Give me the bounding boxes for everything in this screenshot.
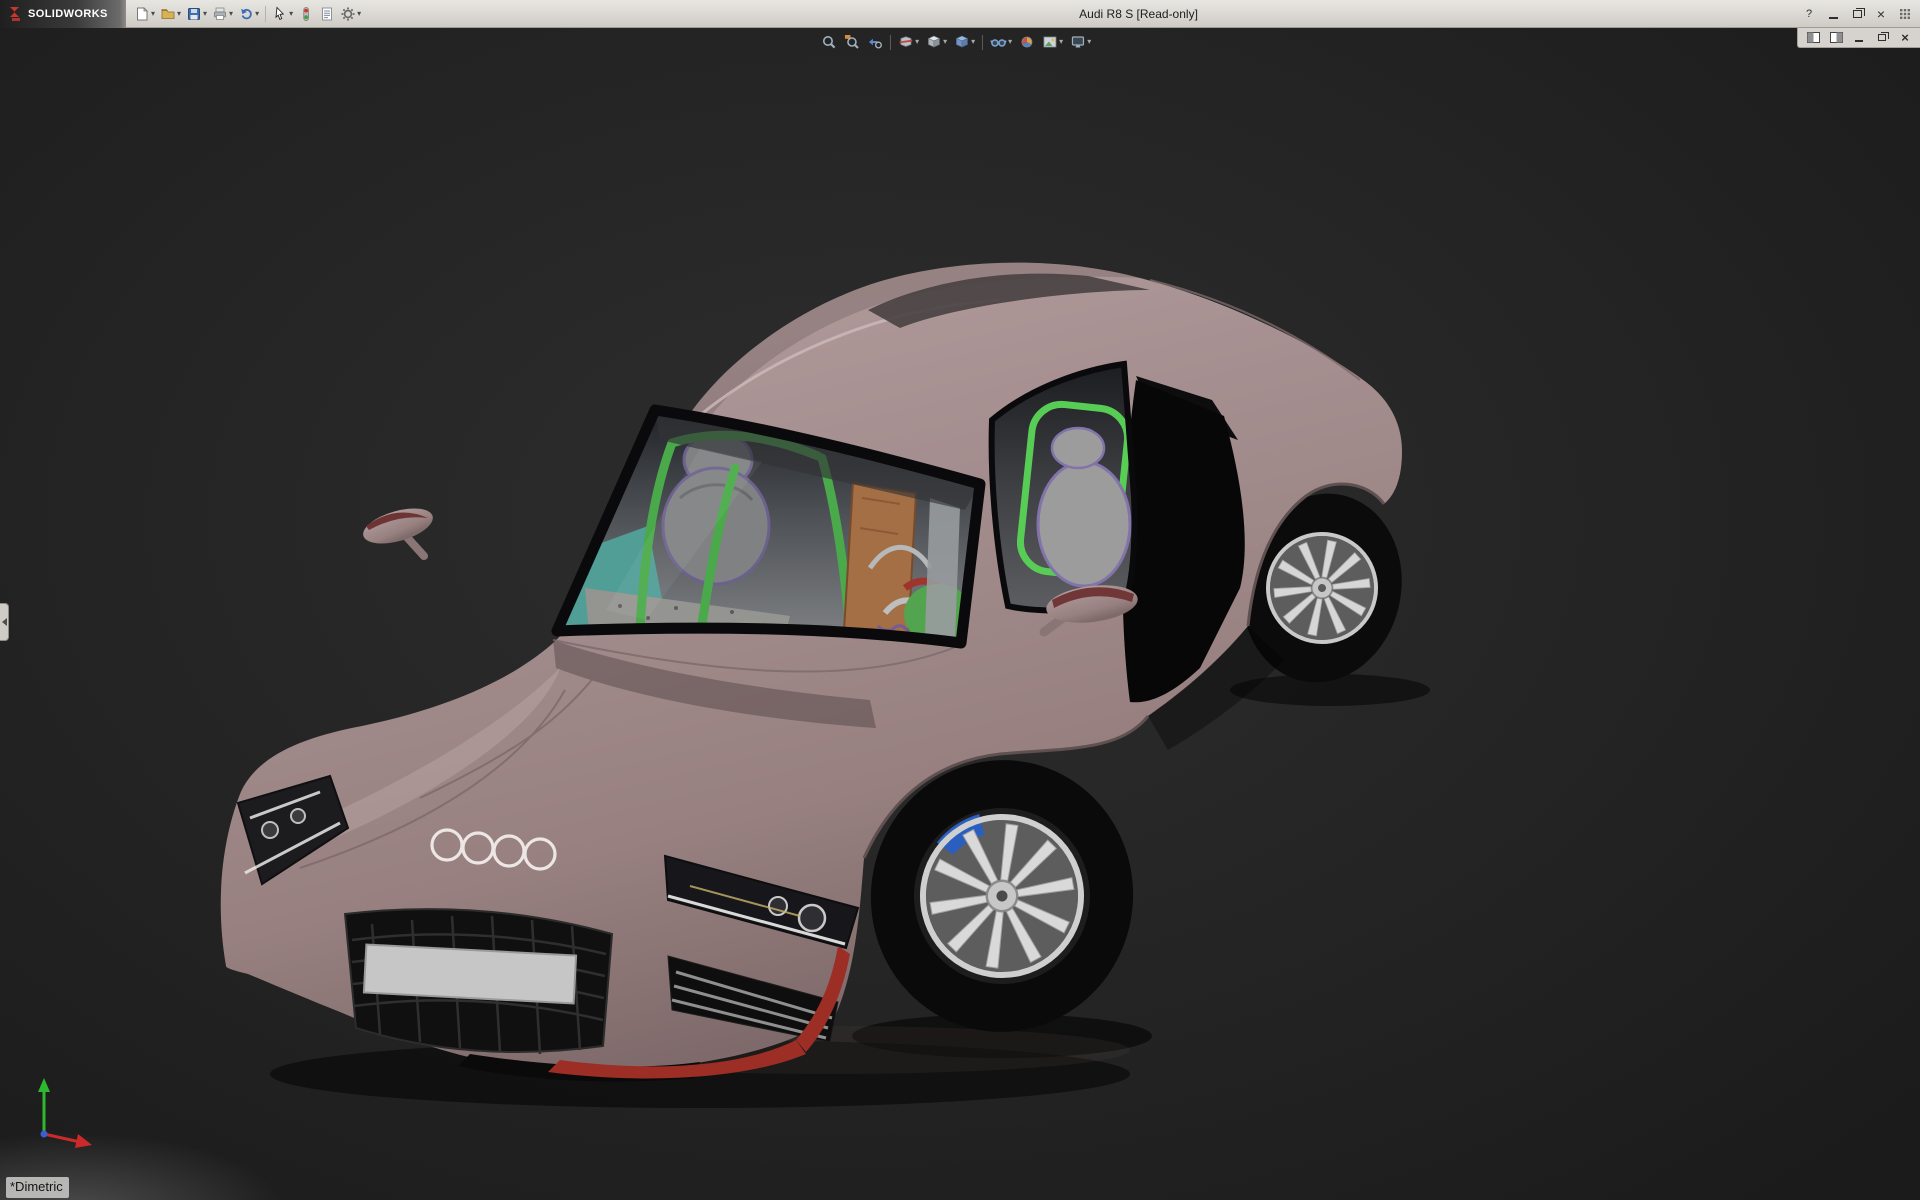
dropdown-caret: ▾ (971, 38, 975, 46)
left-mirror[interactable] (359, 502, 436, 556)
new-document-button[interactable]: ▾ (132, 2, 157, 26)
open-icon (160, 6, 176, 22)
heads-up-view-toolbar: ▾ ▾ ▾ (819, 31, 1093, 53)
zoom-to-fit-icon (821, 34, 837, 50)
audi-r8-model[interactable] (0, 28, 1920, 1200)
minimize-icon (1855, 40, 1863, 42)
rebuild-button[interactable] (296, 2, 316, 26)
customize-button[interactable] (1895, 5, 1915, 23)
dropdown-caret: ▾ (151, 10, 155, 18)
side-window[interactable] (992, 364, 1142, 614)
grid-icon (1899, 8, 1911, 20)
triad-x-axis (44, 1134, 80, 1142)
solidworks-logo-icon (8, 6, 23, 22)
file-properties-icon (319, 6, 335, 22)
dropdown-caret: ▾ (1087, 38, 1091, 46)
select-cursor-icon (272, 6, 288, 22)
display-style-icon (954, 34, 970, 50)
dropdown-caret: ▾ (255, 10, 259, 18)
split-pane-left-icon (1807, 32, 1820, 43)
toolbar-separator (265, 6, 266, 22)
dropdown-caret: ▾ (1008, 38, 1012, 46)
title-bar: SOLIDWORKS ▾ ▾ (0, 0, 1920, 28)
hide-show-items-button[interactable]: ▾ (988, 31, 1014, 53)
restore-button[interactable] (1847, 5, 1867, 23)
document-window-controls: × (1797, 28, 1920, 48)
solidworks-menu-button[interactable]: SOLIDWORKS (0, 0, 126, 28)
restore-icon (1878, 34, 1886, 41)
passenger-seat (1038, 462, 1130, 586)
minimize-icon (1829, 17, 1838, 19)
view-orientation-button[interactable]: ▾ (924, 31, 949, 53)
window-controls: ? × (1799, 5, 1920, 23)
license-plate (364, 945, 576, 1004)
rebuild-traffic-light-icon (298, 6, 314, 22)
minimize-document-button[interactable] (1850, 30, 1868, 45)
featuremanager-flyout-handle[interactable] (0, 603, 9, 641)
dropdown-caret: ▾ (177, 10, 181, 18)
save-button[interactable]: ▾ (184, 2, 209, 26)
dropdown-caret: ▾ (943, 38, 947, 46)
open-button[interactable]: ▾ (158, 2, 183, 26)
toolbar-separator (890, 35, 891, 50)
file-properties-button[interactable] (317, 2, 337, 26)
help-button[interactable]: ? (1799, 5, 1819, 23)
edit-appearance-button[interactable] (1017, 31, 1037, 53)
toolbar-separator (982, 35, 983, 50)
dropdown-caret: ▾ (203, 10, 207, 18)
section-view-button[interactable]: ▾ (896, 31, 921, 53)
select-button[interactable]: ▾ (270, 2, 295, 26)
zoom-to-area-icon (844, 34, 860, 50)
split-pane-left-button[interactable] (1804, 30, 1822, 45)
view-cube-icon (926, 34, 942, 50)
print-icon (212, 6, 228, 22)
split-pane-right-button[interactable] (1827, 30, 1845, 45)
glasses-icon (990, 34, 1007, 50)
restore-icon (1853, 10, 1862, 18)
graphics-viewport[interactable]: ▾ ▾ ▾ (0, 28, 1920, 1200)
display-style-button[interactable]: ▾ (952, 31, 977, 53)
dropdown-caret: ▾ (1059, 38, 1063, 46)
appearance-ball-icon (1019, 34, 1035, 50)
previous-view-icon (867, 34, 883, 50)
status-view-orientation: *Dimetric (6, 1177, 69, 1198)
quick-access-toolbar: ▾ ▾ ▾ (126, 2, 369, 26)
print-button[interactable]: ▾ (210, 2, 235, 26)
save-icon (186, 6, 202, 22)
triad-z-axis (41, 1131, 48, 1138)
close-button[interactable]: × (1871, 5, 1891, 23)
dropdown-caret: ▾ (289, 10, 293, 18)
view-orientation-label: *Dimetric (10, 1179, 63, 1194)
front-grille[interactable] (345, 909, 612, 1054)
zoom-to-area-button[interactable] (842, 31, 862, 53)
view-settings-icon (1070, 34, 1086, 50)
window-title: Audi R8 S [Read-only] (1079, 7, 1198, 21)
new-document-icon (134, 6, 150, 22)
scene-icon (1042, 34, 1058, 50)
close-document-button[interactable]: × (1896, 30, 1914, 45)
zoom-to-fit-button[interactable] (819, 31, 839, 53)
view-settings-button[interactable]: ▾ (1068, 31, 1093, 53)
section-view-icon (898, 34, 914, 50)
dropdown-caret: ▾ (229, 10, 233, 18)
dropdown-caret: ▾ (357, 10, 361, 18)
solidworks-window: SOLIDWORKS ▾ ▾ (0, 0, 1920, 1200)
options-button[interactable]: ▾ (338, 2, 363, 26)
undo-icon (238, 6, 254, 22)
undo-button[interactable]: ▾ (236, 2, 261, 26)
previous-view-button[interactable] (865, 31, 885, 53)
gear-icon (340, 6, 356, 22)
chevron-left-icon (2, 618, 7, 626)
brand-text: SOLIDWORKS (28, 8, 108, 20)
restore-document-button[interactable] (1873, 30, 1891, 45)
orientation-triad (16, 1072, 106, 1152)
dropdown-caret: ▾ (915, 38, 919, 46)
apply-scene-button[interactable]: ▾ (1040, 31, 1065, 53)
split-pane-right-icon (1830, 32, 1843, 43)
minimize-button[interactable] (1823, 5, 1843, 23)
